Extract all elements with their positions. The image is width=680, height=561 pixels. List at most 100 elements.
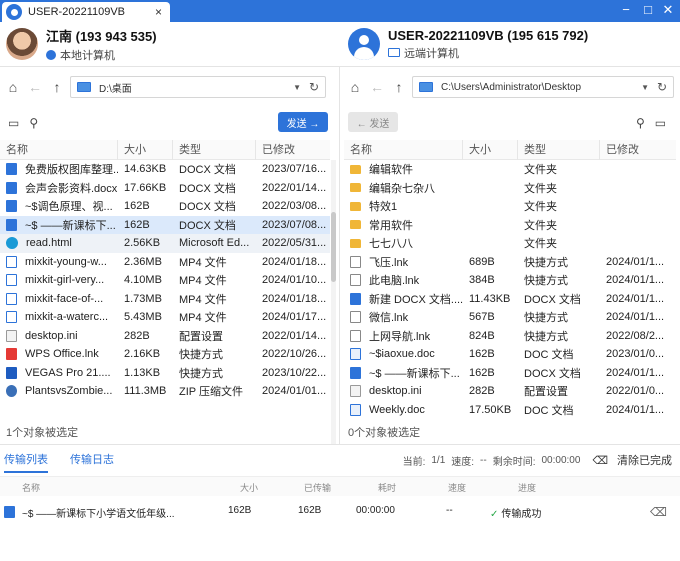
file-row[interactable]: 上网导航.lnk 824B 快捷方式 2022/08/2... (344, 327, 676, 346)
file-row[interactable]: desktop.ini 282B 配置设置 2022/01/0... (344, 382, 676, 401)
col-name[interactable]: 名称 (0, 140, 118, 160)
check-icon: ✓ (490, 509, 499, 520)
file-row[interactable]: mixkit-a-waterc... 5.43MB MP4 文件 2024/01/17… (0, 308, 330, 327)
back-icon[interactable]: ← (26, 79, 44, 95)
col-size[interactable]: 大小 (463, 140, 518, 160)
receive-button[interactable]: ← 发送 (348, 112, 398, 132)
file-size: 162B (469, 366, 495, 379)
col-type[interactable]: 类型 (173, 140, 256, 160)
file-type: DOC 文档 (524, 404, 574, 417)
refresh-icon[interactable]: ↻ (657, 80, 667, 94)
back-icon[interactable]: ← (368, 79, 386, 95)
new-folder-icon[interactable]: ▭ (8, 116, 19, 130)
file-type: 配置设置 (179, 330, 223, 343)
clear-completed-button[interactable]: ⌫ 清除已完成 (586, 452, 672, 468)
close-tab-icon[interactable]: × (155, 5, 162, 19)
remote-file-list: 名称 大小 类型 已修改 编辑软件 文件夹 编辑杂七杂八 文件夹 特效1 文件夹 常用软件文… (344, 140, 676, 424)
file-row[interactable]: ~$ ——新课标下... 162B DOCX 文档 2023/07/08... (0, 215, 330, 234)
file-row[interactable]: mixkit-face-of-... 1.73MB MP4 文件 2024/01/18… (0, 290, 330, 309)
search-icon[interactable]: ⚲ (636, 116, 645, 130)
file-row[interactable]: desktop.ini 282B 配置设置 2022/01/14... (0, 327, 330, 346)
file-date: 2023/10/22... (262, 366, 327, 379)
tcol-time: 耗时 (378, 483, 397, 493)
minimize-icon[interactable]: − (618, 2, 634, 17)
file-type: 快捷方式 (524, 275, 568, 288)
file-date: 2023/01/0... (606, 348, 665, 361)
file-type: 文件夹 (524, 238, 557, 251)
tcol-transferred: 已传输 (304, 483, 332, 493)
file-row[interactable]: 特效1 文件夹 (344, 197, 676, 216)
search-icon[interactable]: ⚲ (29, 116, 38, 130)
refresh-icon[interactable]: ↻ (309, 80, 319, 94)
file-row[interactable]: 此电脑.lnk 384B 快捷方式 2024/01/1... (344, 271, 676, 290)
file-row[interactable]: 常用软件 文件夹 (344, 216, 676, 235)
session-tab[interactable]: USER-20221109VB × (2, 2, 170, 22)
file-row[interactable]: 新建 DOCX 文档.... 11.43KB DOCX 文档 2024/01/1... (344, 290, 676, 309)
remote-path-box[interactable]: C:\Users\Administrator\Desktop ▼ ↻ (412, 76, 674, 98)
local-path-box[interactable]: D:\桌面 ▼ ↻ (70, 76, 326, 98)
file-row[interactable]: 编辑软件 文件夹 (344, 160, 676, 179)
file-row[interactable]: 七七八八 文件夹 (344, 234, 676, 253)
home-icon[interactable]: ⌂ (4, 79, 22, 95)
col-type[interactable]: 类型 (518, 140, 600, 160)
file-row[interactable]: 免费版权图库整理... 14.63KB DOCX 文档 2023/07/16... (0, 160, 330, 179)
maximize-icon[interactable]: □ (640, 2, 656, 17)
scroll-thumb[interactable] (331, 212, 336, 282)
local-path: D:\桌面 (99, 83, 132, 95)
local-scrollbar[interactable] (331, 160, 336, 444)
file-row[interactable]: PlantsvsZombie... 111.3MB ZIP 压缩文件 2024/01/… (0, 382, 330, 401)
file-row[interactable]: ~$调色原理、视... 162B DOCX 文档 2022/03/08... (0, 197, 330, 216)
tab-transfer-list[interactable]: 传输列表 (4, 451, 48, 473)
file-date: 2022/05/31... (262, 237, 327, 250)
docx-icon (6, 181, 17, 194)
file-name: 飞压.lnk (369, 256, 409, 269)
chevron-down-icon[interactable]: ▼ (641, 83, 649, 92)
file-date: 2023/07/08... (262, 218, 327, 231)
file-row[interactable]: mixkit-young-w... 2.36MB MP4 文件 2024/01/18.… (0, 253, 330, 272)
col-modified[interactable]: 已修改 (256, 140, 330, 160)
file-type: DOC 文档 (524, 349, 574, 362)
chevron-down-icon[interactable]: ▼ (293, 83, 301, 92)
folder-icon (350, 238, 361, 248)
file-date: 2024/01/18... (262, 292, 327, 305)
file-row[interactable]: read.html 2.56KB Microsoft Ed... 2022/05/31… (0, 234, 330, 253)
current-value: 1/1 (431, 454, 446, 466)
doc-icon (350, 403, 361, 416)
transfer-row[interactable]: ~$ ——新课标下小学语文低年级... 162B 162B 00:00:00 -… (0, 502, 680, 522)
file-name: 七七八八 (369, 238, 413, 251)
remote-nav: ⌂ ← ↑ C:\Users\Administrator\Desktop ▼ ↻ (346, 76, 674, 98)
transfer-name: ~$ ——新课标下小学语文低年级... (22, 509, 175, 520)
file-row[interactable]: 会声会影资料.docx 17.66KB DOCX 文档 2022/01/14... (0, 179, 330, 198)
file-row[interactable]: 飞压.lnk 689B 快捷方式 2024/01/1... (344, 253, 676, 272)
col-size[interactable]: 大小 (118, 140, 173, 160)
file-row[interactable]: ~$iaoxue.doc 162B DOC 文档 2023/01/0... (344, 345, 676, 364)
file-row[interactable]: Weekly.doc 17.50KB DOC 文档 2024/01/1... (344, 401, 676, 420)
file-row[interactable]: 微信.lnk 567B 快捷方式 2024/01/1... (344, 308, 676, 327)
mp4-icon (6, 311, 17, 324)
up-icon[interactable]: ↑ (390, 79, 408, 95)
mp4-icon (6, 255, 17, 268)
col-modified[interactable]: 已修改 (600, 140, 676, 160)
file-date: 2024/01/1... (606, 311, 665, 324)
send-button[interactable]: 发送 → (278, 112, 328, 132)
transfer-time: 00:00:00 (356, 505, 395, 516)
col-name[interactable]: 名称 (344, 140, 463, 160)
file-type: ZIP 压缩文件 (179, 386, 243, 399)
file-row[interactable]: ~$ ——新课标下... 162B DOCX 文档 2024/01/1... (344, 364, 676, 383)
home-icon[interactable]: ⌂ (346, 79, 364, 95)
new-folder-icon[interactable]: ▭ (655, 116, 666, 130)
file-name: desktop.ini (25, 329, 78, 342)
file-size: 11.43KB (469, 292, 511, 305)
tab-transfer-log[interactable]: 传输日志 (70, 451, 114, 473)
close-window-icon[interactable]: ✕ (660, 2, 676, 18)
file-row[interactable]: WPS Office.lnk 2.16KB 快捷方式 2022/10/26... (0, 345, 330, 364)
file-name: WPS Office.lnk (25, 348, 99, 361)
eraser-icon[interactable]: ⌫ (650, 505, 667, 519)
pane-divider (339, 66, 340, 444)
file-row[interactable]: VEGAS Pro 21.... 1.13KB 快捷方式 2023/10/22... (0, 364, 330, 383)
remote-list-header: 名称 大小 类型 已修改 (344, 140, 676, 160)
file-row[interactable]: mixkit-girl-very... 4.10MB MP4 文件 2024/01/1… (0, 271, 330, 290)
up-icon[interactable]: ↑ (48, 79, 66, 95)
eraser-icon: ⌫ (592, 454, 608, 467)
file-row[interactable]: 编辑杂七杂八 文件夹 (344, 179, 676, 198)
